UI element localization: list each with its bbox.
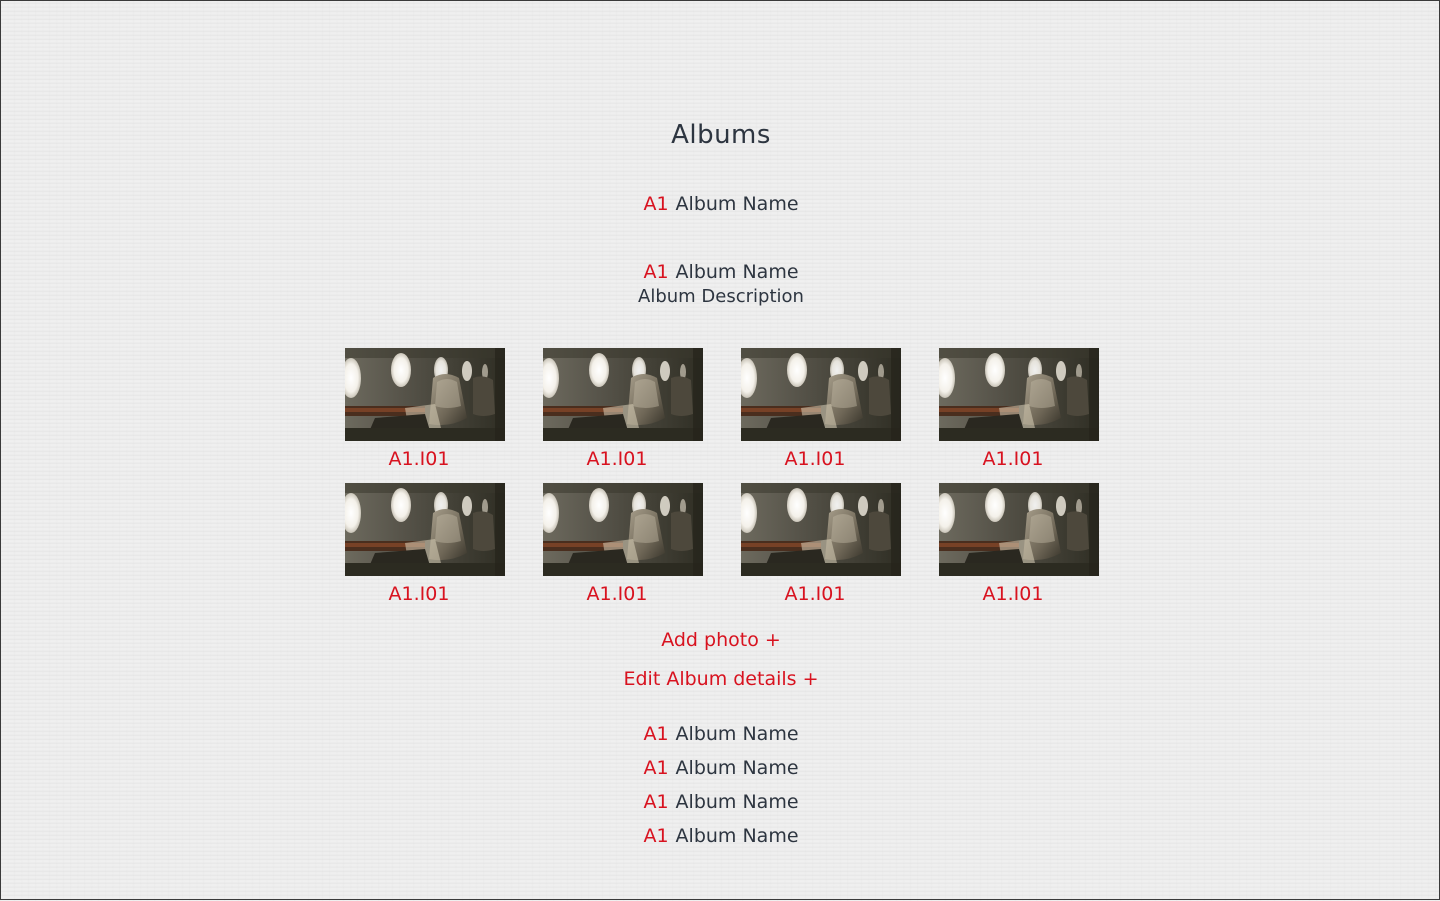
photo-image — [345, 348, 505, 441]
album-list-item[interactable]: A1 Album Name — [1, 722, 1440, 746]
page-title: Albums — [671, 120, 771, 150]
album-code: A1 — [643, 193, 669, 215]
photo-thumbnail — [543, 483, 703, 576]
album-name: Album Name — [675, 757, 799, 779]
album-name: Album Name — [675, 261, 799, 283]
album-description: Album Description — [638, 286, 804, 307]
photo-tile[interactable]: A1.I01 — [939, 483, 1099, 605]
album-code: A1 — [643, 723, 669, 745]
photo-thumbnail — [939, 348, 1099, 441]
photo-tile[interactable]: A1.I01 — [543, 483, 703, 605]
album-code: A1 — [643, 261, 669, 283]
photo-caption: A1.I01 — [784, 448, 846, 470]
albums-page: Albums A1 Album Name A1 Album Name Album D… — [1, 1, 1440, 901]
photo-thumbnail — [741, 348, 901, 441]
photo-thumbnail — [543, 348, 703, 441]
album-list-item[interactable]: A1 Album Name — [1, 790, 1440, 814]
photo-tile[interactable]: A1.I01 — [741, 348, 901, 470]
album-name: Album Name — [675, 791, 799, 813]
photo-caption: A1.I01 — [982, 583, 1044, 605]
photo-caption: A1.I01 — [388, 583, 450, 605]
photo-image — [939, 483, 1099, 576]
photo-tile[interactable]: A1.I01 — [543, 348, 703, 470]
photo-thumbnail — [741, 483, 901, 576]
album-list-item[interactable]: A1 Album Name — [1, 192, 1440, 216]
album-code: A1 — [643, 825, 669, 847]
photo-thumbnail — [345, 348, 505, 441]
photo-image — [741, 483, 901, 576]
photo-image — [543, 483, 703, 576]
photo-thumbnail — [939, 483, 1099, 576]
photo-image — [543, 348, 703, 441]
photo-tile[interactable]: A1.I01 — [345, 483, 505, 605]
photo-caption: A1.I01 — [388, 448, 450, 470]
photo-image — [345, 483, 505, 576]
edit-album-details-button[interactable]: Edit Album details + — [1, 668, 1440, 690]
photo-caption: A1.I01 — [982, 448, 1044, 470]
album-list-item[interactable]: A1 Album Name — [1, 824, 1440, 848]
album-code: A1 — [643, 757, 669, 779]
album-code: A1 — [643, 791, 669, 813]
photo-tile[interactable]: A1.I01 — [939, 348, 1099, 470]
album-list-item[interactable]: A1 Album Name — [1, 756, 1440, 780]
album-name: Album Name — [675, 825, 799, 847]
selected-album-title[interactable]: A1 Album Name — [1, 260, 1440, 284]
photo-image — [741, 348, 901, 441]
album-name: Album Name — [675, 193, 799, 215]
add-photo-button[interactable]: Add photo + — [1, 629, 1440, 651]
photo-image — [939, 348, 1099, 441]
photo-caption: A1.I01 — [586, 583, 648, 605]
photo-tile[interactable]: A1.I01 — [345, 348, 505, 470]
photo-caption: A1.I01 — [586, 448, 648, 470]
photo-caption: A1.I01 — [784, 583, 846, 605]
photo-tile[interactable]: A1.I01 — [741, 483, 901, 605]
photo-thumbnail — [345, 483, 505, 576]
album-name: Album Name — [675, 723, 799, 745]
